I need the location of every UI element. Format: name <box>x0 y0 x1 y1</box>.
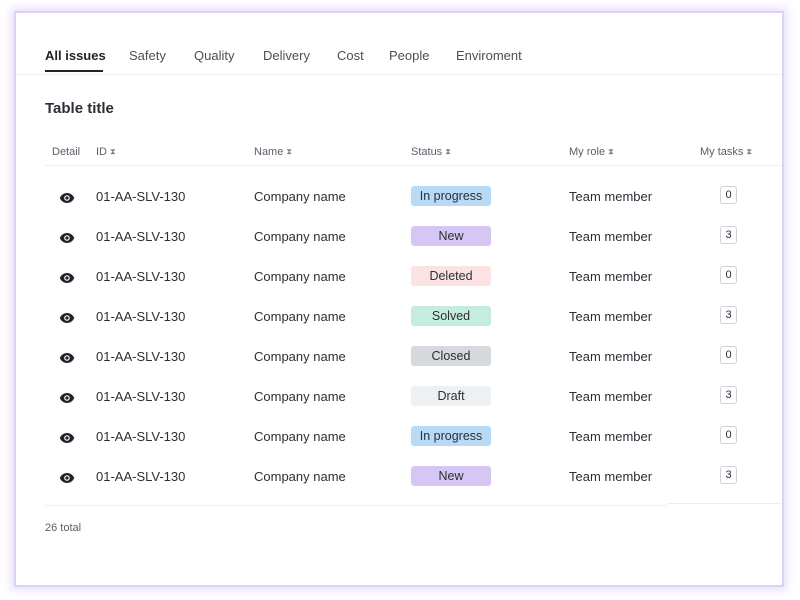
table-row[interactable]: 01-AA-SLV-130 Company name In progress Team… <box>45 177 782 217</box>
company-name: Company name <box>254 229 346 244</box>
eye-icon[interactable] <box>59 271 75 283</box>
active-tab-indicator <box>45 70 103 72</box>
task-count-badge: 0 <box>720 266 737 284</box>
task-count-badge: 3 <box>720 306 737 324</box>
my-role: Team member <box>569 269 653 284</box>
company-name: Company name <box>254 309 346 324</box>
sort-icon[interactable]: ⧗ <box>746 147 752 156</box>
table-row[interactable]: 01-AA-SLV-130 Company name Closed Team memb… <box>45 337 782 377</box>
eye-icon[interactable] <box>59 311 75 323</box>
column-label: Detail <box>52 146 81 158</box>
table-row[interactable]: 01-AA-SLV-130 Company name Deleted Team mem… <box>45 257 782 297</box>
table-title: Table title <box>45 100 114 117</box>
column-header-detail: Detail <box>52 146 80 158</box>
issue-id: 01-AA-SLV-130 <box>96 469 186 484</box>
issue-id: 01-AA-SLV-130 <box>96 349 186 364</box>
my-role: Team member <box>569 309 653 324</box>
tab-people[interactable]: People <box>389 48 429 63</box>
table-row[interactable]: 01-AA-SLV-130 Company name Draft Team membe… <box>45 377 782 417</box>
status-badge: New <box>411 466 491 486</box>
eye-icon[interactable] <box>59 191 75 203</box>
issue-id: 01-AA-SLV-130 <box>96 189 186 204</box>
my-role: Team member <box>569 189 653 204</box>
company-name: Company name <box>254 269 346 284</box>
task-count-badge: 3 <box>720 226 737 244</box>
status-badge: Deleted <box>411 266 491 286</box>
table-header: Detail ID ⧗ Name ⧗ Status ⧗ My role ⧗ My tas… <box>45 143 782 166</box>
status-badge: Draft <box>411 386 491 406</box>
status-badge: Closed <box>411 346 491 366</box>
task-count-badge: 0 <box>720 186 737 204</box>
eye-icon[interactable] <box>59 471 75 483</box>
sort-icon[interactable]: ⧗ <box>286 147 292 156</box>
company-name: Company name <box>254 349 346 364</box>
my-role: Team member <box>569 469 653 484</box>
column-label: My role <box>569 146 606 158</box>
issue-id: 01-AA-SLV-130 <box>96 269 186 284</box>
issue-id: 01-AA-SLV-130 <box>96 429 186 444</box>
column-header-my-tasks[interactable]: My tasks ⧗ <box>700 146 752 158</box>
sort-icon[interactable]: ⧗ <box>110 147 116 156</box>
tab-delivery[interactable]: Delivery <box>263 48 310 63</box>
table-divider <box>45 505 667 506</box>
issue-id: 01-AA-SLV-130 <box>96 389 186 404</box>
eye-icon[interactable] <box>59 351 75 363</box>
tab-bar: All issues Safety Quality Delivery Cost … <box>16 13 782 75</box>
my-role: Team member <box>569 349 653 364</box>
task-count-badge: 0 <box>720 426 737 444</box>
tab-enviroment[interactable]: Enviroment <box>456 48 522 63</box>
company-name: Company name <box>254 429 346 444</box>
status-badge: In progress <box>411 186 491 206</box>
task-count-badge: 0 <box>720 346 737 364</box>
tab-cost[interactable]: Cost <box>337 48 364 63</box>
company-name: Company name <box>254 469 346 484</box>
tab-safety[interactable]: Safety <box>129 48 166 63</box>
total-count: 26 total <box>45 522 82 534</box>
eye-icon[interactable] <box>59 391 75 403</box>
table-row[interactable]: 01-AA-SLV-130 Company name In progress Team… <box>45 417 782 457</box>
tab-quality[interactable]: Quality <box>194 48 234 63</box>
sort-icon[interactable]: ⧗ <box>608 147 614 156</box>
column-header-name[interactable]: Name ⧗ <box>254 146 292 158</box>
status-badge: Solved <box>411 306 491 326</box>
table-divider <box>667 503 782 504</box>
column-header-id[interactable]: ID ⧗ <box>96 146 116 158</box>
status-badge: In progress <box>411 426 491 446</box>
task-count-badge: 3 <box>720 466 737 484</box>
my-role: Team member <box>569 229 653 244</box>
column-header-my-role[interactable]: My role ⧗ <box>569 146 614 158</box>
eye-icon[interactable] <box>59 431 75 443</box>
company-name: Company name <box>254 389 346 404</box>
my-role: Team member <box>569 389 653 404</box>
table-row[interactable]: 01-AA-SLV-130 Company name New Team member 3 <box>45 457 782 497</box>
eye-icon[interactable] <box>59 231 75 243</box>
column-label: Name <box>254 146 284 158</box>
column-label: My tasks <box>700 146 744 158</box>
tab-all-issues[interactable]: All issues <box>45 48 106 63</box>
company-name: Company name <box>254 189 346 204</box>
task-count-badge: 3 <box>720 386 737 404</box>
table-row[interactable]: 01-AA-SLV-130 Company name New Team member 3 <box>45 217 782 257</box>
status-badge: New <box>411 226 491 246</box>
issue-id: 01-AA-SLV-130 <box>96 229 186 244</box>
column-label: Status <box>411 146 443 158</box>
column-label: ID <box>96 146 107 158</box>
column-header-status[interactable]: Status ⧗ <box>411 146 451 158</box>
issues-panel: All issues Safety Quality Delivery Cost … <box>14 11 784 587</box>
issue-id: 01-AA-SLV-130 <box>96 309 186 324</box>
my-role: Team member <box>569 429 653 444</box>
sort-icon[interactable]: ⧗ <box>445 147 451 156</box>
table-row[interactable]: 01-AA-SLV-130 Company name Solved Team memb… <box>45 297 782 337</box>
